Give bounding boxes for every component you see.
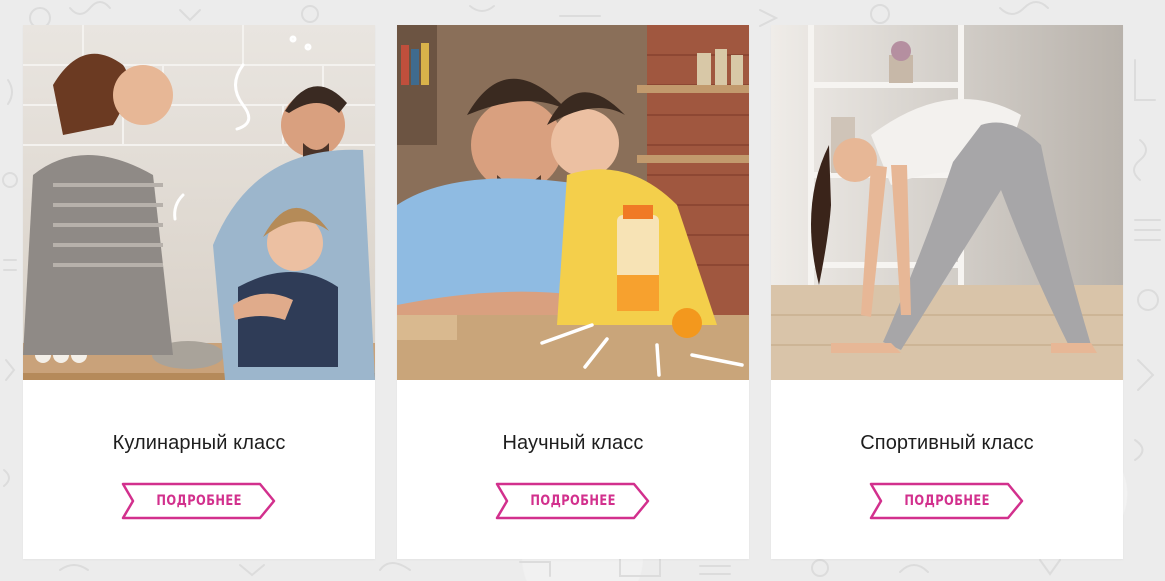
science-class-photo	[397, 25, 749, 380]
card-title: Кулинарный класс	[112, 432, 286, 454]
details-button-label: ПОДРОБНЕЕ	[530, 493, 616, 509]
class-card-cooking[interactable]: Кулинарный класс ПОДРОБНЕЕ	[23, 25, 375, 559]
class-card-science[interactable]: Научный класс ПОДРОБНЕЕ	[397, 25, 749, 559]
details-button[interactable]: ПОДРОБНЕЕ	[868, 481, 1026, 521]
sport-class-photo	[771, 25, 1123, 380]
details-button[interactable]: ПОДРОБНЕЕ	[120, 481, 278, 521]
page: Кулинарный класс ПОДРОБНЕЕ Научный класс…	[0, 0, 1165, 581]
card-title: Научный класс	[502, 432, 644, 454]
card-title: Спортивный класс	[860, 432, 1034, 454]
details-button-label: ПОДРОБНЕЕ	[904, 493, 990, 509]
details-button-label: ПОДРОБНЕЕ	[156, 493, 242, 509]
details-button[interactable]: ПОДРОБНЕЕ	[494, 481, 652, 521]
cooking-class-photo	[23, 25, 375, 380]
class-cards: Кулинарный класс ПОДРОБНЕЕ Научный класс…	[23, 25, 1123, 559]
class-card-sport[interactable]: Спортивный класс ПОДРОБНЕЕ	[771, 25, 1123, 559]
